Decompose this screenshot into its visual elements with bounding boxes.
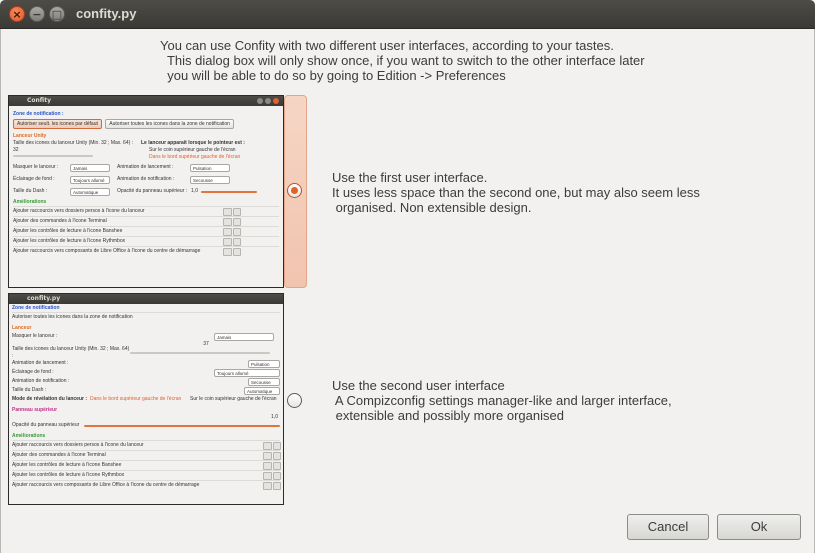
maximize-icon[interactable]: □ xyxy=(49,6,65,22)
first-interface-description[interactable]: Use the first user interface. It uses le… xyxy=(332,170,700,215)
preview2-reveal-opt2: Sur le coin supérieur gauche de l'écran xyxy=(190,396,277,402)
preview-bg-combo: Toujours allumé xyxy=(70,175,110,184)
preview-window-controls xyxy=(257,98,279,104)
close-icon[interactable]: × xyxy=(9,6,25,22)
preview-opacity-value: 1,0 xyxy=(191,188,198,194)
preview-launcher-section: Lanceur Unity xyxy=(13,133,47,139)
preview2-improve-item: Ajouter raccourcis vers composants de Li… xyxy=(12,480,281,490)
preview-anim-combo: Pulsation xyxy=(190,163,231,172)
preview2-notif-section: Zone de notification xyxy=(12,305,60,311)
preview2-panel-section: Panneau supérieur xyxy=(12,407,58,413)
window-border-left xyxy=(0,29,1,553)
preview-dash-combo: Automatique xyxy=(70,187,110,196)
cancel-button[interactable]: Cancel xyxy=(627,514,709,540)
preview-improve-item: Ajouter raccourcis vers dossiers persos … xyxy=(13,206,279,216)
preview2-reveal-label: Mode de révélation du lanceur : xyxy=(12,396,88,402)
preview2-notifanim-label: Animation de notification : xyxy=(12,378,70,384)
preview2-improve-item: Ajouter les contrôles de lecture à l'ico… xyxy=(12,470,281,480)
preview-titlebar: confity.py xyxy=(9,294,283,304)
second-interface-description[interactable]: Use the second user interface A Compizco… xyxy=(332,378,672,423)
preview2-bg-label: Éclairage de fond : xyxy=(12,369,54,375)
preview2-improve-item: Ajouter les contrôles de lecture à l'ico… xyxy=(12,460,281,470)
preview2-notifanim-combo: Secousse xyxy=(248,377,280,386)
preview-size-value: 32 xyxy=(13,147,19,153)
preview-appear-opt1: Sur le coin supérieur gauche de l'écran xyxy=(149,147,236,153)
window-title: confity.py xyxy=(76,6,137,21)
preview-dash-label: Taille du Dash : xyxy=(13,188,48,194)
intro-text: You can use Confity with two different u… xyxy=(160,38,645,83)
preview-opacity-slider xyxy=(201,190,257,193)
preview-default-icons-button: Autoriser seult. les icones par défaut xyxy=(13,119,102,129)
second-interface-radio[interactable] xyxy=(287,393,302,408)
ok-button[interactable]: Ok xyxy=(717,514,801,540)
preview2-anim-combo: Pulsation xyxy=(248,359,280,368)
preview2-hide-label: Masquer le lanceur : xyxy=(12,333,58,339)
preview-improve-item: Ajouter des commandes à l'icone Terminal xyxy=(13,216,279,226)
preview-notifanim-combo: Secousse xyxy=(190,175,231,184)
preview2-reveal-opt1: Dans le bord supérieur gauche de l'écran xyxy=(90,396,182,402)
preview-appear-opt2: Dans le bord supérieur gauche de l'écran xyxy=(149,154,241,160)
preview-size-slider xyxy=(13,155,93,157)
preview2-opacity-value: 1,0 xyxy=(271,414,278,420)
preview2-dash-label: Taille du Dash : xyxy=(12,387,47,393)
window-titlebar: × − □ confity.py xyxy=(0,0,815,29)
preview-all-icons-button: Autoriser toutes les icones dans la zone… xyxy=(105,119,234,129)
second-interface-preview[interactable]: confity.py Zone de notification Autorise… xyxy=(8,293,284,505)
preview2-improve-section: Améliorations xyxy=(12,433,46,439)
preview-title: confity.py xyxy=(27,295,61,302)
preview2-notif-item: Autoriser toutes les icones dans la zone… xyxy=(12,312,280,322)
first-interface-radio[interactable] xyxy=(287,183,302,198)
preview2-size-slider xyxy=(130,351,270,354)
preview2-dash-combo: Automatique xyxy=(244,386,280,395)
preview2-anim-label: Animation de lancement : xyxy=(12,360,69,366)
preview2-improve-item: Ajouter des commandes à l'icone Terminal xyxy=(12,450,281,460)
first-interface-preview[interactable]: Confity Zone de notification : Autoriser… xyxy=(8,95,284,288)
preview-hide-label: Masquer le lanceur : xyxy=(13,164,59,170)
preview-hide-combo: Jamais xyxy=(70,163,110,172)
preview-anim-label: Animation de lancement : xyxy=(117,164,174,170)
preview2-size-label: Taille des icones du lanceur Unity (Min.… xyxy=(12,345,130,359)
preview2-opacity-slider xyxy=(84,424,280,427)
preview2-hide-combo: Jamais xyxy=(214,332,274,341)
preview-opacity-label: Opacité du panneau supérieur : xyxy=(117,188,188,194)
preview-notifanim-label: Animation de notification : xyxy=(117,176,175,182)
preview2-launcher-section: Lanceur xyxy=(12,325,32,331)
preview-improve-item: Ajouter les contrôles de lecture à l'ico… xyxy=(13,236,279,246)
preview-improve-item: Ajouter les contrôles de lecture à l'ico… xyxy=(13,226,279,236)
preview-appear-label: Le lanceur apparait lorsque le pointeur … xyxy=(141,140,245,146)
preview2-opacity-label: Opacité du panneau supérieur xyxy=(12,422,80,428)
preview2-bg-combo: Toujours allumé xyxy=(214,368,280,377)
preview-size-label: Taille des icones du lanceur Unity (Min.… xyxy=(13,140,134,146)
preview2-improve-item: Ajouter raccourcis vers dossiers persos … xyxy=(12,440,281,450)
preview-titlebar: Confity xyxy=(9,96,283,106)
preview-bg-label: Éclairage de fond : xyxy=(13,176,55,182)
preview-improve-item: Ajouter raccourcis vers composants de Li… xyxy=(13,246,279,256)
minimize-icon[interactable]: − xyxy=(29,6,45,22)
preview-improve-section: Améliorations xyxy=(13,199,47,205)
preview-notif-section: Zone de notification : xyxy=(13,111,64,117)
preview-title: Confity xyxy=(27,97,52,104)
